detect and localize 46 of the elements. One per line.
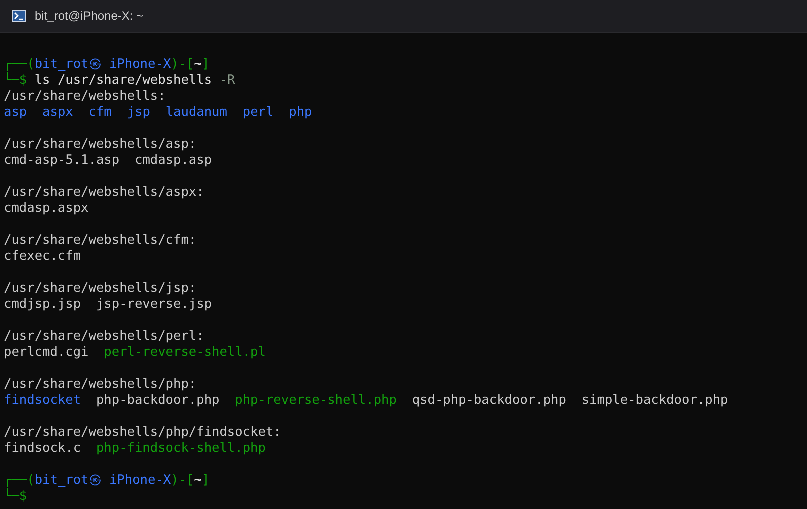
command-option: -R: [220, 73, 236, 89]
file-name: cmdjsp.jsp: [4, 297, 82, 313]
file-name: perlcmd.cgi: [4, 345, 89, 361]
prompt-path: ~: [194, 57, 202, 73]
file-name: /usr/share/webshells/asp:: [4, 137, 197, 153]
file-name: /usr/share/webshells/jsp:: [4, 281, 197, 297]
directory-name: jsp: [127, 105, 150, 121]
file-name: findsock.c: [4, 441, 82, 457]
prompt-frame: ]: [202, 57, 210, 73]
executable-name: php-reverse-shell.php: [235, 393, 397, 409]
prompt-frame: ┌──(: [4, 57, 35, 73]
file-name: cfexec.cfm: [4, 249, 82, 265]
directory-name: laudanum: [166, 105, 228, 121]
window-title: bit_rot@iPhone-X: ~: [35, 9, 144, 23]
directory-name: cfm: [88, 105, 112, 121]
file-name: /usr/share/webshells:: [4, 89, 166, 105]
file-name: php-backdoor.php: [96, 393, 220, 409]
directory-name: findsocket: [4, 393, 82, 409]
prompt-path: ~: [194, 473, 202, 489]
prompt-symbol: └─$: [4, 489, 28, 505]
prompt-frame: )-[: [171, 57, 194, 73]
file-name: jsp-reverse.jsp: [96, 297, 212, 313]
directory-name: asp: [4, 105, 28, 121]
file-name: /usr/share/webshells/aspx:: [4, 185, 204, 201]
executable-name: perl-reverse-shell.pl: [104, 345, 266, 361]
directory-name: php: [289, 105, 312, 121]
file-name: /usr/share/webshells/perl:: [4, 329, 204, 345]
file-name: simple-backdoor.php: [582, 393, 728, 409]
file-name: cmdasp.asp: [134, 153, 212, 169]
prompt-frame: ┌──(: [4, 473, 35, 489]
prompt-user: bit_rot㉿ iPhone-X: [34, 57, 172, 73]
terminal-icon: [12, 10, 26, 22]
file-name: qsd-php-backdoor.php: [412, 393, 566, 409]
prompt-symbol: └─$: [4, 73, 28, 89]
executable-name: php-findsock-shell.php: [96, 441, 266, 457]
directory-name: aspx: [42, 105, 74, 121]
prompt-frame: ]: [202, 473, 210, 489]
prompt-frame: )-[: [171, 473, 194, 489]
file-name: /usr/share/webshells/cfm:: [4, 233, 197, 249]
directory-name: perl: [242, 105, 274, 121]
file-name: /usr/share/webshells/php/findsocket:: [4, 425, 282, 441]
file-name: cmd-asp-5.1.asp: [4, 153, 120, 169]
command-text: ls /usr/share/webshells: [34, 73, 212, 89]
file-name: /usr/share/webshells/php:: [4, 377, 197, 393]
prompt-user: bit_rot㉿ iPhone-X: [34, 473, 172, 489]
file-name: cmdasp.aspx: [4, 201, 89, 217]
